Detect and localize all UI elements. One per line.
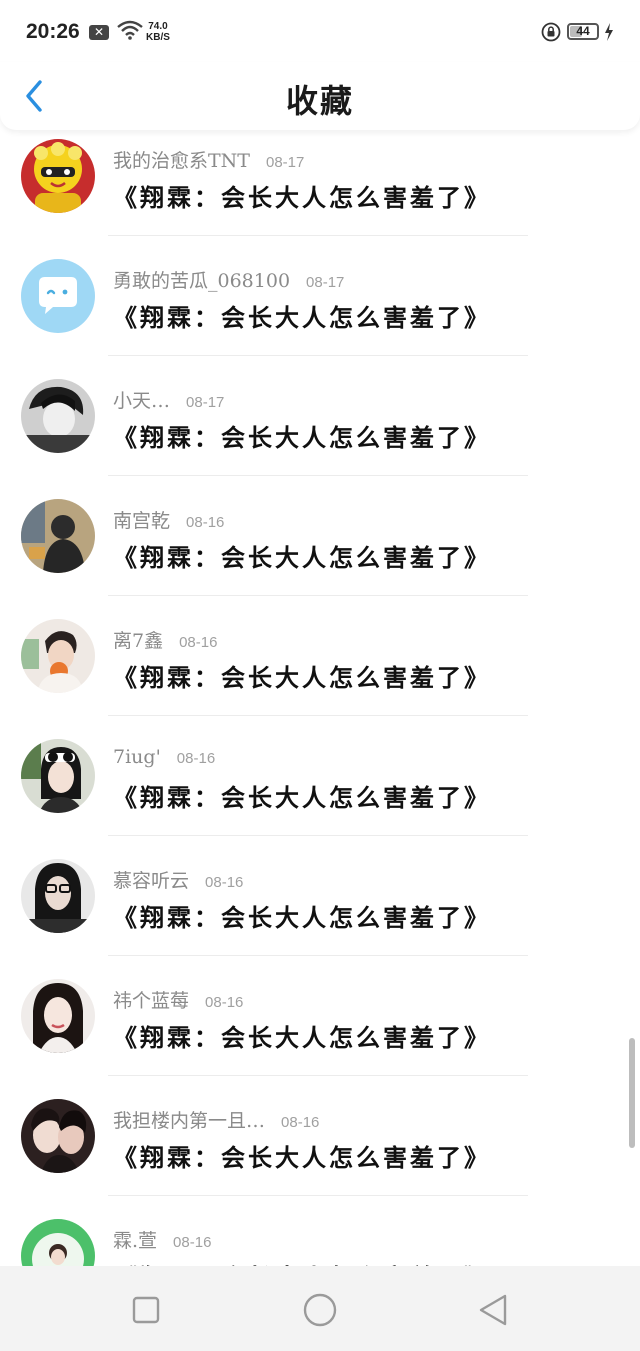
user-name: 7iug': [113, 746, 161, 768]
network-speed-value: 74.0: [148, 21, 168, 32]
divider: [108, 1195, 528, 1196]
wifi-icon: [117, 20, 143, 44]
item-date: 08-16: [205, 874, 244, 891]
avatar[interactable]: [21, 739, 95, 813]
user-name: 南宫乾: [113, 510, 171, 532]
list-item[interactable]: 霖.萱 08-16 《翔霖：会长大人怎么害羞了》: [0, 1210, 640, 1266]
list-item[interactable]: 慕容听云 08-16 《翔霖：会长大人怎么害羞了》: [0, 850, 640, 970]
item-date: 08-16: [186, 514, 225, 531]
list-item[interactable]: 离7鑫 08-16 《翔霖：会长大人怎么害羞了》: [0, 610, 640, 730]
user-name: 小天…: [113, 390, 171, 412]
divider: [108, 835, 528, 836]
user-name: 离7鑫: [113, 630, 164, 652]
item-content: 《翔霖：会长大人怎么害羞了》: [113, 1143, 491, 1172]
triangle-back-icon: [479, 1294, 507, 1326]
item-content: 《翔霖：会长大人怎么害羞了》: [113, 183, 491, 212]
item-date: 08-17: [306, 274, 345, 291]
back-nav-button[interactable]: [474, 1290, 514, 1330]
notification-icon: ✕: [89, 25, 109, 40]
list-item[interactable]: 7iug' 08-16 《翔霖：会长大人怎么害羞了》: [0, 730, 640, 850]
divider: [108, 715, 528, 716]
user-name: 祎个蓝莓: [113, 990, 190, 1012]
item-date: 08-16: [176, 750, 216, 767]
avatar[interactable]: [21, 979, 95, 1053]
scrollbar[interactable]: [629, 1038, 635, 1148]
avatar[interactable]: [21, 859, 95, 933]
rotation-lock-icon: [541, 22, 561, 46]
status-time: 20:26: [26, 20, 80, 43]
list-item[interactable]: 我担楼内第一且… 08-16 《翔霖：会长大人怎么害羞了》: [0, 1090, 640, 1210]
square-icon: [132, 1296, 160, 1324]
list-item[interactable]: 勇敢的苦瓜_068100 08-17 《翔霖：会长大人怎么害羞了》: [0, 250, 640, 370]
item-content: 《翔霖：会长大人怎么害羞了》: [113, 783, 491, 812]
home-button[interactable]: [300, 1290, 340, 1330]
app-header: 收藏: [0, 62, 640, 130]
item-date: 08-17: [186, 394, 225, 411]
avatar[interactable]: [21, 1099, 95, 1173]
battery-level: 44: [576, 24, 590, 38]
status-bar: 20:26 ✕ 74.0 KB/S 44: [0, 0, 640, 62]
item-date: 08-17: [265, 154, 305, 171]
divider: [108, 475, 528, 476]
list-item[interactable]: 我的治愈系TNT 08-17 《翔霖：会长大人怎么害羞了》: [0, 130, 640, 250]
list-item[interactable]: 祎个蓝莓 08-16 《翔霖：会长大人怎么害羞了》: [0, 970, 640, 1090]
item-date: 08-16: [205, 994, 244, 1011]
recent-apps-button[interactable]: [126, 1290, 166, 1330]
divider: [108, 355, 528, 356]
user-name: 我的治愈系TNT: [113, 150, 250, 172]
divider: [108, 235, 528, 236]
network-speed: 74.0 KB/S: [146, 21, 170, 43]
divider: [108, 595, 528, 596]
list-item[interactable]: 小天… 08-17 《翔霖：会长大人怎么害羞了》: [0, 370, 640, 490]
battery-icon: 44: [567, 23, 599, 40]
divider: [108, 955, 528, 956]
avatar[interactable]: [21, 1219, 95, 1266]
divider: [108, 1075, 528, 1076]
item-content: 《翔霖：会长大人怎么害羞了》: [113, 303, 491, 332]
item-content: 《翔霖：会长大人怎么害羞了》: [113, 1258, 491, 1266]
item-content: 《翔霖：会长大人怎么害羞了》: [113, 1023, 491, 1052]
circle-icon: [303, 1293, 337, 1327]
favorites-list: 我的治愈系TNT 08-17 《翔霖：会长大人怎么害羞了》 勇敢的苦瓜_06810…: [0, 130, 640, 1266]
user-name: 慕容听云: [113, 870, 190, 892]
item-content: 《翔霖：会长大人怎么害羞了》: [113, 663, 491, 692]
item-content: 《翔霖：会长大人怎么害羞了》: [113, 903, 491, 932]
charging-icon: [603, 22, 615, 46]
avatar[interactable]: [21, 379, 95, 453]
page-title: 收藏: [285, 82, 354, 120]
item-content: 《翔霖：会长大人怎么害羞了》: [113, 423, 491, 452]
network-speed-unit: KB/S: [146, 32, 170, 43]
avatar[interactable]: [21, 499, 95, 573]
avatar[interactable]: [21, 259, 95, 333]
item-date: 08-16: [179, 634, 218, 651]
item-date: 08-16: [281, 1114, 320, 1131]
user-name: 霖.萱: [113, 1230, 158, 1252]
system-nav-bar: [0, 1266, 640, 1351]
list-item[interactable]: 南宫乾 08-16 《翔霖：会长大人怎么害羞了》: [0, 490, 640, 610]
user-name: 勇敢的苦瓜_068100: [113, 270, 291, 292]
avatar[interactable]: [21, 139, 95, 213]
item-content: 《翔霖：会长大人怎么害羞了》: [113, 543, 491, 572]
avatar[interactable]: [21, 619, 95, 693]
item-date: 08-16: [173, 1234, 212, 1251]
user-name: 我担楼内第一且…: [113, 1110, 266, 1132]
